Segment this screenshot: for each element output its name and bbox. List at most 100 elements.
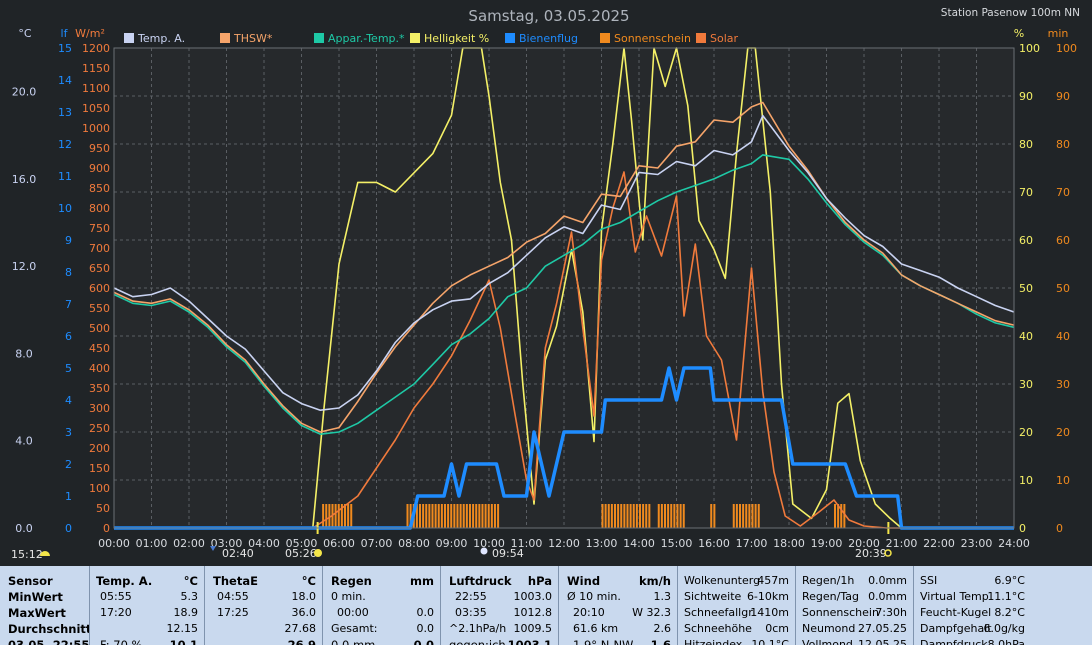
tick-label-lf: 2 xyxy=(65,458,72,471)
tick-label-lf: 0 xyxy=(65,522,72,535)
sunshine-bar xyxy=(679,504,682,528)
stats-luftdruck: Luftdruck hPa 22:55 1003.0 03:35 1012.8 ^2.… xyxy=(440,566,558,645)
tick-label-wm2: 1000 xyxy=(82,122,110,135)
thetae-unit: °C xyxy=(301,574,316,588)
virtual-temp-label: Virtual Temp xyxy=(920,590,989,603)
chart-title: Samstag, 03.05.2025 xyxy=(468,7,629,25)
sunshine-bar xyxy=(620,504,623,528)
thetae-max-time: 17:25 xyxy=(217,606,249,619)
sensor-min-label: MinWert xyxy=(8,590,63,604)
tick-label-minutes: 20 xyxy=(1056,426,1070,439)
tick-label-wm2: 400 xyxy=(89,362,110,375)
sunshine-bar xyxy=(447,504,450,528)
sunshine-bar xyxy=(453,504,456,528)
sunshine-bar xyxy=(440,504,443,528)
sunshine-bar xyxy=(676,504,679,528)
tick-label-lf: 11 xyxy=(58,170,72,183)
tick-label-wm2: 250 xyxy=(89,422,110,435)
legend-item: Sonnenschein xyxy=(600,32,691,45)
luftdruck-max-time: 03:35 xyxy=(455,606,487,619)
moonrise-time: 09:54 xyxy=(492,547,524,560)
legend-label: Solar xyxy=(710,32,739,45)
wind-direction: 1.9° N-NW xyxy=(573,638,634,645)
sunshine-bar xyxy=(623,504,626,528)
wet-bulb-label: Feucht-Kugel xyxy=(920,606,992,619)
tick-label-minutes: 30 xyxy=(1056,378,1070,391)
sunshine-value: 7:30h xyxy=(875,606,907,619)
tick-label-time: 17:00 xyxy=(736,537,768,550)
luftdruck-current-value: 1003.1 xyxy=(507,638,552,645)
sunshine-bar xyxy=(638,504,641,528)
full-moon-value: 12.05.25 xyxy=(858,638,907,645)
sensor-max-label: MaxWert xyxy=(8,606,66,620)
sunshine-bar xyxy=(660,504,663,528)
sunshine-bar xyxy=(613,504,616,528)
sunshine-bar xyxy=(745,504,748,528)
tick-label-lf: 14 xyxy=(58,74,72,87)
sunshine-bar xyxy=(748,504,751,528)
sunshine-bar xyxy=(325,504,328,528)
stats-ssi: SSI 6.9°C Virtual Temp 11.1°C Feucht-Kugel… xyxy=(913,566,1031,645)
sunshine-bar xyxy=(422,504,425,528)
tick-label-percent: 30 xyxy=(1019,378,1033,391)
sunshine-bar xyxy=(648,504,651,528)
regen-unit: mm xyxy=(410,574,434,588)
heat-index-value: 10.1°C xyxy=(751,638,789,645)
sunshine-bar xyxy=(682,504,685,528)
sunshine-bar xyxy=(347,504,350,528)
cloud-base-value: 457m xyxy=(757,574,789,587)
tick-label-percent: 10 xyxy=(1019,474,1033,487)
tick-label-lf: 1 xyxy=(65,490,72,503)
snowline-label: Schneefallgr xyxy=(684,606,753,619)
rain-day-label: Regen/Tag xyxy=(802,590,859,603)
sunshine-bar xyxy=(632,504,635,528)
clock-time: 15:12 xyxy=(11,548,43,561)
tick-label-lf: 8 xyxy=(65,266,72,279)
tick-label-lf: 4 xyxy=(65,394,72,407)
visibility-label: Sichtweite xyxy=(684,590,742,603)
wind-gust-time: 20:10 xyxy=(573,606,605,619)
tick-label-celsius: 16.0 xyxy=(12,173,37,186)
sunshine-bar xyxy=(472,504,475,528)
sunshine-bar xyxy=(431,504,434,528)
tick-label-wm2: 500 xyxy=(89,322,110,335)
new-moon-label: Neumond xyxy=(802,622,856,635)
legend-swatch xyxy=(220,33,230,43)
tick-label-minutes: 70 xyxy=(1056,186,1070,199)
sunshine-bar xyxy=(487,504,490,528)
thetae-current-value: 26.9 xyxy=(287,638,316,645)
sunshine-bar xyxy=(456,504,459,528)
sunshine-bar xyxy=(418,504,421,528)
stats-regen: Regen mm 0 min. 00:00 0.0 Gesamt: 0.0 0.0 m… xyxy=(322,566,440,645)
sunshine-bar xyxy=(754,504,757,528)
unit-wm2: W/m² xyxy=(75,27,105,40)
sunshine-bar xyxy=(751,504,754,528)
regen-time-value: 0.0 xyxy=(416,606,435,619)
tick-label-wm2: 300 xyxy=(89,402,110,415)
snow-depth-label: Schneehöhe xyxy=(684,622,752,635)
moonset-time: 02:40 xyxy=(222,547,254,560)
sunshine-bar xyxy=(617,504,620,528)
tick-label-time: 24:00 xyxy=(998,537,1030,550)
tick-label-minutes: 60 xyxy=(1056,234,1070,247)
rain-hour-value: 0.0mm xyxy=(868,574,907,587)
sunshine-bar xyxy=(490,504,493,528)
ssi-label: SSI xyxy=(920,574,938,587)
tick-label-percent: 50 xyxy=(1019,282,1033,295)
regen-time: 00:00 xyxy=(337,606,369,619)
sunshine-bar xyxy=(710,504,713,528)
tick-label-time: 15:00 xyxy=(661,537,693,550)
tick-label-time: 22:00 xyxy=(923,537,955,550)
tick-label-minutes: 80 xyxy=(1056,138,1070,151)
sunshine-bar xyxy=(459,504,462,528)
sunshine-bar xyxy=(732,504,735,528)
ssi-value: 6.9°C xyxy=(994,574,1025,587)
temp-max-time: 17:20 xyxy=(100,606,132,619)
sunshine-bar xyxy=(663,504,666,528)
sunshine-bar xyxy=(673,504,676,528)
sunshine-bar xyxy=(713,504,716,528)
stats-clouds: Wolkenunterg 457m Sichtweite 6-10km Schnee… xyxy=(677,566,795,645)
stats-precip: Regen/1h 0.0mm Regen/Tag 0.0mm Sonnenschei… xyxy=(795,566,913,645)
sunshine-bar xyxy=(443,504,446,528)
sunshine-bar xyxy=(437,504,440,528)
